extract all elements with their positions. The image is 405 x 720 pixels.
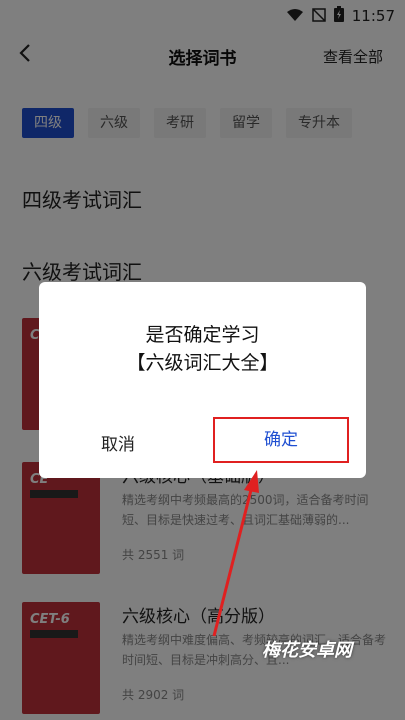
cancel-button[interactable]: 取消 xyxy=(71,430,171,455)
watermark: 梅花安卓网 xyxy=(262,640,352,661)
confirm-button[interactable]: 确定 xyxy=(213,417,349,463)
confirm-dialog: 是否确定学习 【六级词汇大全】 取消 确定 xyxy=(39,282,366,478)
dialog-message: 是否确定学习 xyxy=(145,324,260,346)
dialog-book-name: 【六级词汇大全】 xyxy=(126,352,279,374)
